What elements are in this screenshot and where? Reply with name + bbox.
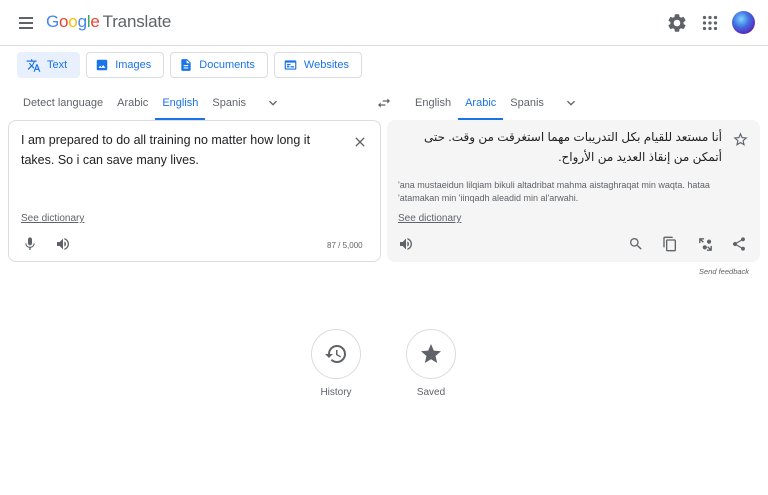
- document-icon: [181, 59, 191, 71]
- translate-icon: [26, 58, 41, 72]
- clear-source-close-icon[interactable]: [350, 132, 370, 152]
- source-text-panel: I am prepared to do all training no matt…: [8, 120, 381, 262]
- mode-tab-label: Documents: [199, 59, 255, 71]
- microphone-icon[interactable]: [19, 233, 41, 255]
- source-lang-detect[interactable]: Detect language: [16, 86, 110, 120]
- target-lang-english[interactable]: English: [408, 86, 458, 120]
- mode-tab-label: Images: [115, 59, 152, 71]
- source-text-input[interactable]: I am prepared to do all training no matt…: [21, 130, 331, 170]
- main-menu-button[interactable]: [16, 13, 36, 33]
- google-apps-grid-icon[interactable]: [699, 12, 721, 34]
- app-logo[interactable]: Google Translate: [46, 12, 171, 32]
- translation-mode-tabs: Text Images Documents Websites: [17, 52, 362, 78]
- source-lang-arabic[interactable]: Arabic: [110, 86, 155, 120]
- mode-tab-websites[interactable]: Websites: [273, 52, 362, 78]
- target-listen-speaker-icon[interactable]: [395, 233, 417, 255]
- history-section: History: [306, 329, 366, 398]
- copy-icon[interactable]: [659, 233, 681, 255]
- saved-section: Saved: [401, 329, 461, 398]
- saved-button[interactable]: [406, 329, 456, 379]
- save-translation-star-icon[interactable]: [730, 129, 750, 149]
- source-language-bar: Detect language Arabic English Spanis: [16, 86, 376, 120]
- share-icon[interactable]: [728, 233, 750, 255]
- target-lang-arabic[interactable]: Arabic: [458, 86, 504, 120]
- target-see-dictionary-link[interactable]: See dictionary: [398, 213, 461, 224]
- mode-tab-images[interactable]: Images: [86, 52, 165, 78]
- send-feedback-link[interactable]: Send feedback: [699, 267, 749, 276]
- image-icon: [96, 59, 108, 71]
- website-icon: [284, 60, 297, 70]
- swap-languages-icon[interactable]: [372, 92, 396, 114]
- character-count: 87 / 5,000: [327, 241, 363, 250]
- mode-tab-text[interactable]: Text: [17, 52, 81, 78]
- source-language-more-chevron-down-icon[interactable]: [261, 91, 285, 115]
- target-language-more-chevron-down-icon[interactable]: [559, 91, 583, 115]
- settings-gear-icon[interactable]: [666, 12, 688, 34]
- transliteration-text: 'ana mustaeidun lilqiam bikuli altadriba…: [398, 180, 710, 203]
- source-listen-speaker-icon[interactable]: [52, 233, 74, 255]
- product-name: Translate: [102, 12, 172, 31]
- history-label: History: [320, 387, 352, 398]
- mode-tab-label: Text: [47, 59, 68, 71]
- mode-tab-documents[interactable]: Documents: [170, 52, 268, 78]
- history-icon: [325, 345, 346, 363]
- search-icon[interactable]: [625, 233, 647, 255]
- top-app-bar: Google Translate: [0, 0, 768, 46]
- source-lang-english[interactable]: English: [155, 86, 206, 120]
- source-lang-spanish[interactable]: Spanis: [205, 86, 253, 120]
- history-button[interactable]: [311, 329, 361, 379]
- target-language-bar: English Arabic Spanis: [408, 86, 760, 120]
- rate-translation-icon[interactable]: [694, 233, 716, 255]
- account-avatar[interactable]: [732, 11, 755, 34]
- translation-output-text: أنا مستعد للقيام بكل التدريبات مهما استغ…: [423, 130, 722, 164]
- translation-output-panel: أنا مستعد للقيام بكل التدريبات مهما استغ…: [387, 120, 760, 262]
- mode-tab-label: Websites: [303, 59, 349, 71]
- google-wordmark: Google: [46, 12, 100, 31]
- source-see-dictionary-link[interactable]: See dictionary: [21, 213, 84, 224]
- saved-label: Saved: [416, 387, 446, 398]
- star-filled-icon: [421, 344, 441, 363]
- target-lang-spanish[interactable]: Spanis: [503, 86, 551, 120]
